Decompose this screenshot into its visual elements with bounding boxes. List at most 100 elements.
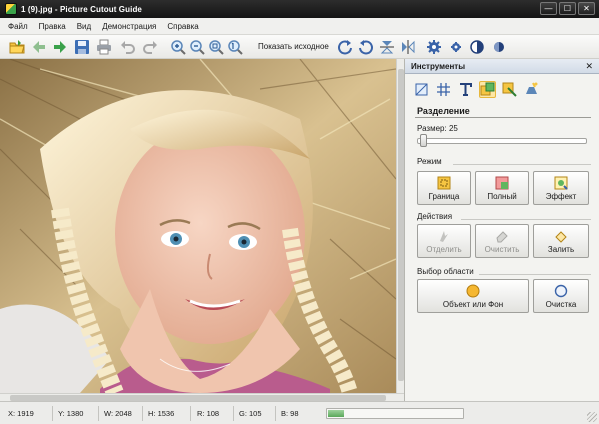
window-title: 1 (9).jpg - Picture Cutout Guide — [21, 4, 142, 14]
status-width: W: 2048 — [104, 409, 132, 418]
border-mode-icon — [437, 176, 451, 189]
status-red: R: 108 — [197, 409, 220, 418]
separate-label: Отделить — [426, 244, 462, 254]
status-x: X: 1919 — [8, 409, 34, 418]
undo-icon[interactable] — [119, 38, 136, 55]
small-gear-icon[interactable] — [447, 38, 464, 55]
tool-selector — [413, 81, 540, 98]
progress-fill — [328, 410, 344, 417]
brush-size-label: Размер: 25 — [417, 124, 458, 133]
close-button[interactable]: ✕ — [578, 2, 595, 15]
object-or-background-button[interactable]: Объект или Фон — [417, 279, 529, 313]
rotate-left-icon[interactable] — [357, 38, 374, 55]
maximize-button[interactable]: ☐ — [559, 2, 576, 15]
window-controls: — ☐ ✕ — [540, 2, 595, 15]
mode-group-label: Режим — [417, 157, 442, 166]
object-circle-icon — [466, 284, 480, 297]
print-icon[interactable] — [95, 38, 112, 55]
status-separator — [275, 406, 276, 421]
menu-demo[interactable]: Демонстрация — [102, 22, 156, 31]
status-separator — [190, 406, 191, 421]
actions-group-divider — [461, 219, 591, 220]
menu-file[interactable]: Файл — [8, 22, 28, 31]
fill-label: Залить — [547, 244, 575, 254]
brush-size-slider-thumb[interactable] — [420, 134, 427, 147]
selection-group-divider — [479, 274, 591, 275]
crop-tool-icon[interactable] — [413, 81, 430, 98]
effect-mode-button[interactable]: Эффект — [533, 171, 589, 205]
menu-edit[interactable]: Правка — [39, 22, 66, 31]
menu-bar: Файл Правка Вид Демонстрация Справка — [0, 18, 599, 35]
section-title: Разделение — [417, 106, 470, 116]
zoom-in-icon[interactable] — [169, 38, 186, 55]
menu-help[interactable]: Справка — [167, 22, 198, 31]
panel-title: Инструменты — [411, 62, 466, 71]
zoom-fit-icon[interactable] — [207, 38, 224, 55]
full-mode-icon — [495, 176, 509, 189]
cutout-alt-tool-icon[interactable] — [501, 81, 518, 98]
photo-preview — [0, 59, 396, 393]
horizontal-scrollbar[interactable] — [0, 393, 404, 401]
status-separator — [52, 406, 53, 421]
clear-button[interactable]: Очистить — [475, 224, 529, 258]
status-blue: B: 98 — [281, 409, 299, 418]
rotate-right-icon[interactable] — [336, 38, 353, 55]
back-arrow-icon[interactable] — [30, 38, 47, 55]
text-tool-icon[interactable] — [457, 81, 474, 98]
status-separator — [233, 406, 234, 421]
status-green: G: 105 — [239, 409, 262, 418]
fill-button[interactable]: Залить — [533, 224, 589, 258]
forward-arrow-icon[interactable] — [51, 38, 68, 55]
actions-group-label: Действия — [417, 212, 453, 221]
effect-mode-label: Эффект — [545, 191, 577, 201]
clear-icon — [496, 230, 508, 242]
show-original-toggle[interactable]: Показать исходное — [258, 42, 329, 51]
progress-bar — [326, 408, 464, 419]
status-bar: X: 1919 Y: 1380 W: 2048 H: 1536 R: 108 G… — [0, 401, 599, 424]
zoom-out-icon[interactable] — [188, 38, 205, 55]
half-circle-icon[interactable] — [490, 38, 507, 55]
resize-grip[interactable] — [587, 412, 597, 422]
full-mode-label: Полный — [487, 191, 517, 201]
border-mode-label: Граница — [428, 191, 460, 201]
section-divider — [415, 117, 591, 118]
status-height: H: 1536 — [148, 409, 175, 418]
flip-horizontal-icon[interactable] — [399, 38, 416, 55]
zoom-actual-icon[interactable] — [226, 38, 243, 55]
save-icon[interactable] — [73, 38, 90, 55]
open-folder-icon[interactable] — [8, 38, 25, 55]
panel-header: Инструменты ✕ — [405, 59, 599, 74]
minimize-button[interactable]: — — [540, 2, 557, 15]
cutout-tool-icon[interactable] — [479, 81, 496, 98]
magic-hat-tool-icon[interactable] — [523, 81, 540, 98]
panel-close-button[interactable]: ✕ — [585, 59, 593, 74]
vertical-scrollbar[interactable] — [396, 59, 404, 393]
status-separator — [98, 406, 99, 421]
cleanup-button[interactable]: Очистка — [533, 279, 589, 313]
toolbar: Показать исходное — [0, 35, 599, 59]
selection-group-label: Выбор области — [417, 267, 474, 276]
cleanup-circle-icon — [554, 284, 568, 297]
image-canvas[interactable] — [0, 59, 404, 401]
separate-icon — [440, 230, 448, 242]
settings-gear-icon[interactable] — [425, 38, 442, 55]
contrast-icon[interactable] — [468, 38, 485, 55]
separate-button[interactable]: Отделить — [417, 224, 471, 258]
status-y: Y: 1380 — [58, 409, 84, 418]
clear-label: Очистить — [484, 244, 520, 254]
effect-mode-icon — [554, 176, 568, 190]
object-or-background-label: Объект или Фон — [442, 299, 504, 309]
flip-vertical-icon[interactable] — [378, 38, 395, 55]
title-bar: 1 (9).jpg - Picture Cutout Guide — ☐ ✕ — [0, 0, 599, 18]
cleanup-label: Очистка — [545, 299, 577, 309]
tools-panel: Инструменты ✕ Разделение Размер: 25 Режи… — [404, 59, 599, 401]
mode-group-divider — [453, 164, 591, 165]
full-mode-button[interactable]: Полный — [475, 171, 529, 205]
brush-size-slider[interactable] — [417, 138, 587, 144]
fill-icon — [555, 230, 567, 243]
status-separator — [142, 406, 143, 421]
redo-icon[interactable] — [141, 38, 158, 55]
border-mode-button[interactable]: Граница — [417, 171, 471, 205]
grid-tool-icon[interactable] — [435, 81, 452, 98]
menu-view[interactable]: Вид — [77, 22, 91, 31]
